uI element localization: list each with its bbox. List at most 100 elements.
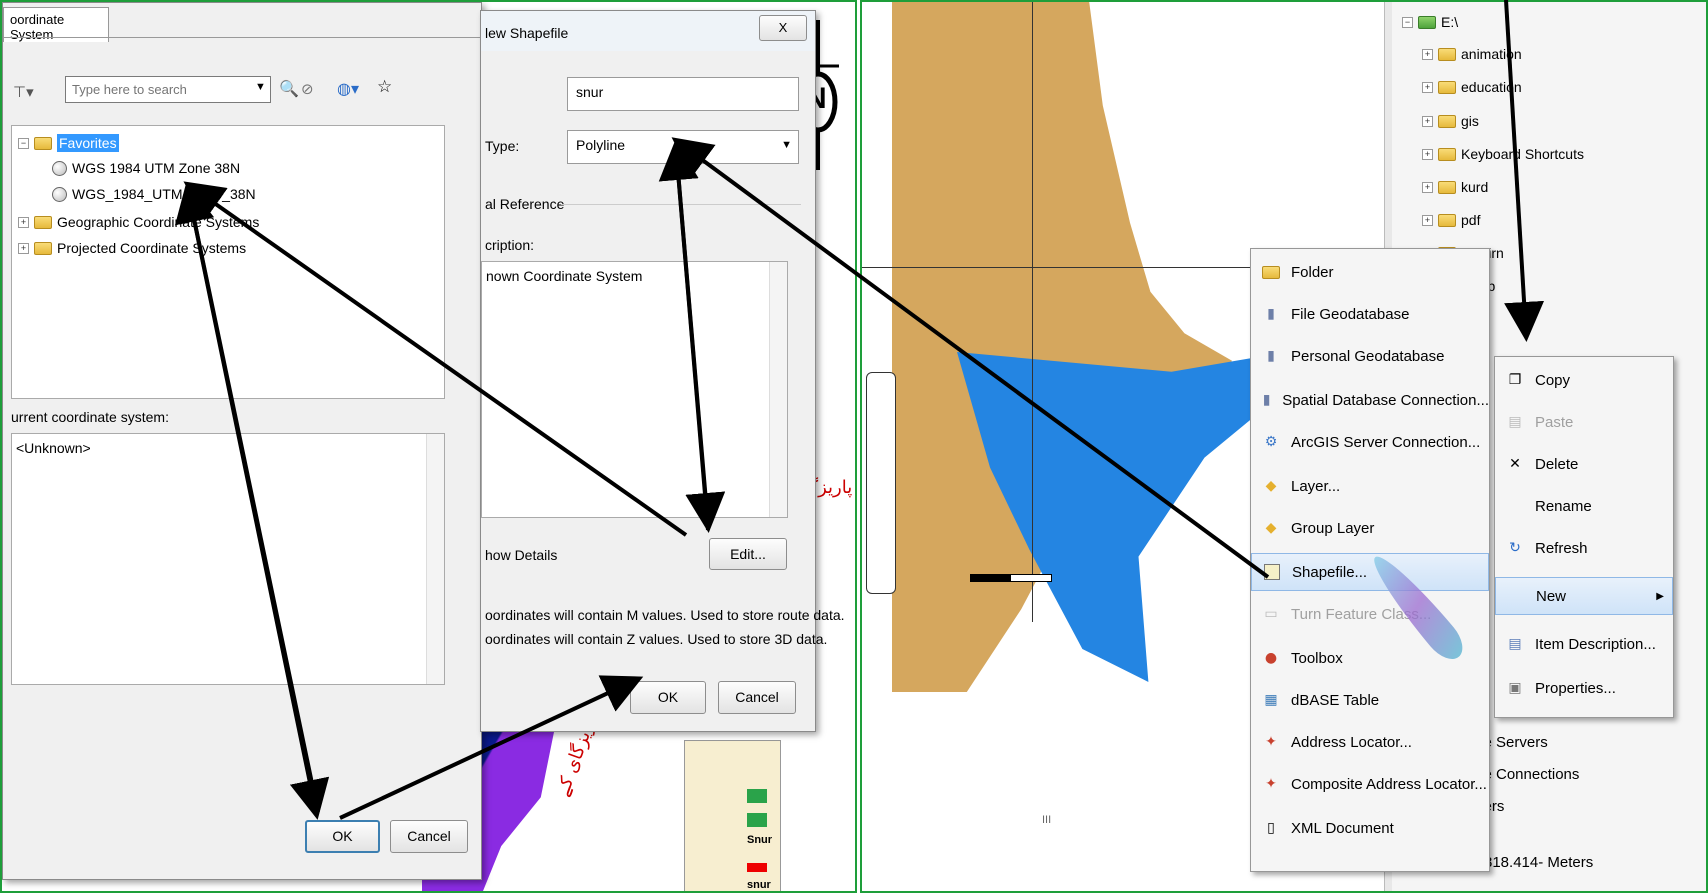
expand-icon[interactable]: + (1422, 181, 1433, 193)
menu-item-label: XML Document (1291, 819, 1394, 837)
ok-button[interactable]: OK (630, 681, 706, 714)
current-coordinate-label: urrent coordinate system: (11, 409, 169, 425)
cancel-button[interactable]: Cancel (718, 681, 796, 714)
current-coordinate-box: <Unknown> (11, 433, 445, 685)
tree-item-label: gis (1461, 113, 1479, 129)
m-values-option[interactable]: oordinates will contain M values. Used t… (485, 607, 845, 623)
scrollbar[interactable] (769, 262, 787, 517)
tree-bottom-2[interactable]: se Connections (1476, 766, 1579, 783)
menu-item-rename[interactable]: Rename (1495, 487, 1673, 525)
show-details-label[interactable]: how Details (485, 547, 557, 563)
cancel-button[interactable]: Cancel (390, 820, 468, 853)
locator-icon: ✦ (1265, 734, 1277, 750)
delete-icon: ✕ (1509, 456, 1521, 472)
edit-button[interactable]: Edit... (709, 538, 787, 570)
menu-item-label: Paste (1535, 413, 1574, 431)
expand-icon[interactable]: + (18, 216, 29, 228)
description-box: nown Coordinate System (481, 261, 788, 518)
shapefile-icon (1262, 562, 1282, 582)
tree-item[interactable]: + education (1422, 79, 1522, 95)
projected-label: Projected Coordinate Systems (57, 240, 247, 256)
menu-item-label: Folder (1291, 263, 1334, 281)
tree-item-geographic[interactable]: + Geographic Coordinate Systems (18, 214, 259, 230)
current-coordinate-value: <Unknown> (16, 440, 91, 456)
type-label: Type: (485, 138, 520, 154)
menu-item-delete[interactable]: ✕ Delete (1495, 445, 1673, 483)
close-button[interactable]: X (759, 15, 807, 41)
menu-item-xml-document[interactable]: ▯ XML Document (1251, 809, 1489, 847)
drive-icon (1418, 15, 1436, 29)
tree-item-projected[interactable]: + Projected Coordinate Systems (18, 240, 246, 256)
tree-item[interactable]: + kurd (1422, 179, 1488, 195)
tree-item-fav-1[interactable]: WGS 1984 UTM Zone 38N (52, 160, 240, 176)
geographic-label: Geographic Coordinate Systems (57, 214, 260, 230)
tree-item[interactable]: + gis (1422, 113, 1479, 129)
expand-icon[interactable]: + (1422, 115, 1433, 127)
coordinate-tree: − Favorites WGS 1984 UTM Zone 38N WGS_19… (11, 125, 445, 399)
tree-root[interactable]: − E:\ (1402, 14, 1458, 30)
new-shapefile-dialog: lew Shapefile X snur Type: Polyline ▼ al… (480, 10, 845, 732)
menu-item-shapefile[interactable]: Shapefile... (1251, 553, 1489, 591)
expand-icon[interactable]: + (1422, 214, 1433, 226)
menu-item-personal-geodatabase[interactable]: ▮ Personal Geodatabase (1251, 337, 1489, 375)
menu-item-dbase-table[interactable]: ▦ dBASE Table (1251, 681, 1489, 719)
tree-item-favorites[interactable]: − Favorites (18, 134, 119, 152)
menu-item-new[interactable]: New ▶ (1495, 577, 1673, 615)
feature-type-select[interactable]: Polyline ▼ (567, 130, 799, 164)
table-icon: ▦ (1264, 692, 1278, 708)
ok-button[interactable]: OK (305, 820, 380, 853)
add-favorite-icon[interactable]: ☆ (377, 77, 392, 97)
menu-item-spatial-db-connection[interactable]: ▮ Spatial Database Connection... (1251, 381, 1489, 419)
menu-item-copy[interactable]: ❐ Copy (1495, 361, 1673, 399)
menu-item-file-geodatabase[interactable]: ▮ File Geodatabase (1251, 295, 1489, 333)
menu-item-paste[interactable]: ▤ Paste (1495, 403, 1673, 441)
tree-item-fav-2[interactable]: WGS_1984_UTM_Zone_38N (52, 186, 256, 202)
coordinate-system-icon (52, 160, 67, 176)
shapefile-name-input[interactable]: snur (567, 77, 799, 111)
menu-item-properties[interactable]: ▣ Properties... (1495, 669, 1673, 707)
search-icon[interactable]: 🔍 (279, 79, 299, 98)
search-input[interactable] (65, 76, 271, 103)
folder-icon (1438, 47, 1456, 61)
menu-item-label: Address Locator... (1291, 733, 1412, 751)
menu-item-address-locator[interactable]: ✦ Address Locator... (1251, 723, 1489, 761)
collapse-icon[interactable]: − (18, 137, 29, 149)
expand-icon[interactable]: + (1422, 81, 1433, 93)
menu-item-label: Spatial Database Connection... (1282, 391, 1489, 409)
menu-item-group-layer[interactable]: ◆ Group Layer (1251, 509, 1489, 547)
scrollbar[interactable] (426, 434, 444, 684)
map-scroll-marker[interactable]: III (1042, 814, 1051, 826)
filter-icon[interactable]: ⊤▾ (13, 83, 34, 101)
expand-icon[interactable]: + (18, 242, 29, 254)
blank-icon (1505, 496, 1525, 516)
description-value: nown Coordinate System (486, 268, 643, 284)
folder-icon (34, 241, 52, 255)
tree-item[interactable]: + animation (1422, 46, 1522, 62)
menu-item-folder[interactable]: Folder (1251, 253, 1489, 291)
menu-item-composite-address-locator[interactable]: ✦ Composite Address Locator... (1251, 765, 1489, 803)
feature-class-icon: ▭ (1264, 606, 1278, 622)
z-values-option[interactable]: oordinates will contain Z values. Used t… (485, 631, 827, 647)
dropdown-arrow-icon[interactable]: ▼ (255, 81, 266, 93)
map-legend: Snur snur (684, 740, 781, 891)
submenu-arrow-icon: ▶ (1656, 590, 1664, 602)
menu-item-arcgis-server-connection[interactable]: ⚙ ArcGIS Server Connection... (1251, 423, 1489, 461)
fav-item-1-label: WGS 1984 UTM Zone 38N (72, 160, 241, 176)
spatial-reference-label: al Reference (485, 196, 565, 212)
menu-item-item-description[interactable]: ▤ Item Description... (1495, 625, 1673, 663)
new-submenu: Folder ▮ File Geodatabase ▮ Personal Geoda… (1250, 248, 1490, 872)
dialog-title: lew Shapefile (485, 25, 569, 41)
folder-icon (1438, 213, 1456, 227)
tree-item[interactable]: + Keyboard Shortcuts (1422, 146, 1584, 162)
tree-item[interactable]: + pdf (1422, 212, 1480, 228)
tree-item-label: Keyboard Shortcuts (1461, 146, 1584, 162)
globe-icon[interactable]: ◍▾ (337, 79, 359, 98)
clear-search-icon[interactable]: ⊘ (301, 80, 314, 98)
refresh-icon: ↻ (1509, 540, 1521, 556)
menu-item-refresh[interactable]: ↻ Refresh (1495, 529, 1673, 567)
menu-item-layer[interactable]: ◆ Layer... (1251, 467, 1489, 505)
collapse-icon[interactable]: − (1402, 16, 1413, 28)
expand-icon[interactable]: + (1422, 48, 1433, 60)
right-screenshot-panel: III − E:\ + animation + education + gis + Ke… (860, 0, 1708, 893)
expand-icon[interactable]: + (1422, 148, 1433, 160)
